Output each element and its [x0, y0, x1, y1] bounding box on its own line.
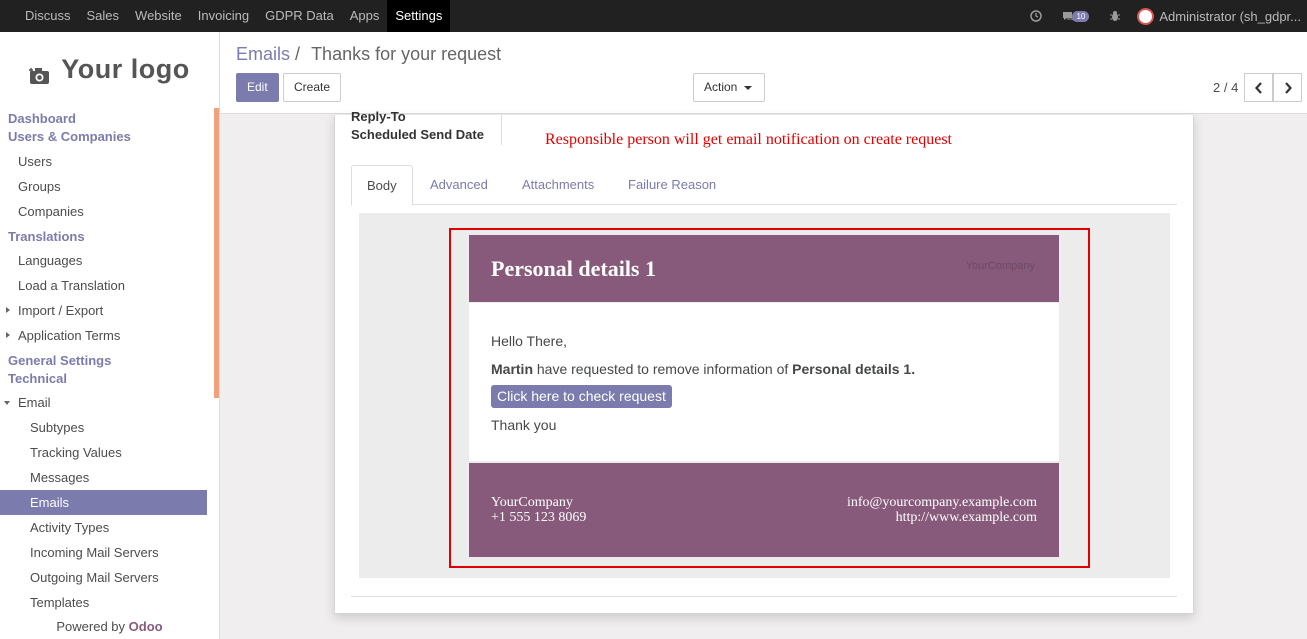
powered-by-text: Powered by: [56, 619, 126, 634]
menu-gdpr-data[interactable]: GDPR Data: [257, 0, 342, 32]
scheduled-send-date-label: Scheduled Send Date: [351, 127, 484, 142]
sidebar-section-dashboard[interactable]: Dashboard: [0, 110, 207, 128]
annotation-note: Responsible person will get email notifi…: [545, 131, 952, 148]
sidebar-item-activity-types[interactable]: Activity Types: [0, 515, 207, 540]
camera-icon: [29, 61, 51, 84]
pager-next-button[interactable]: [1273, 73, 1302, 102]
breadcrumb-separator: /: [295, 44, 301, 64]
sidebar-item-groups[interactable]: Groups: [0, 174, 207, 199]
chat-icon[interactable]: 10: [1062, 10, 1090, 22]
create-button[interactable]: Create: [283, 73, 342, 102]
sidebar-item-outgoing-mail-servers[interactable]: Outgoing Mail Servers: [0, 565, 207, 590]
breadcrumb-emails[interactable]: Emails: [236, 44, 290, 64]
sidebar-item-subtypes[interactable]: Subtypes: [0, 415, 207, 440]
systray: 10 Administrator (sh_gdpr...: [1020, 0, 1307, 32]
sidebar-item-load-translation[interactable]: Load a Translation: [0, 273, 207, 298]
logo-text: Your logo: [61, 54, 190, 84]
caret-down-icon: [743, 85, 752, 90]
sidebar-item-companies[interactable]: Companies: [0, 199, 207, 224]
top-navbar: Discuss Sales Website Invoicing GDPR Dat…: [0, 0, 1307, 32]
action-dropdown[interactable]: Action: [693, 73, 765, 102]
sidebar: Your logo Dashboard Users & Companies Us…: [0, 32, 220, 639]
tab-body[interactable]: Body: [351, 165, 413, 206]
scrollbar[interactable]: [214, 108, 219, 398]
sidebar-section-general-settings[interactable]: General Settings: [0, 352, 207, 370]
chevron-right-icon: [1284, 81, 1292, 94]
sidebar-nav: Dashboard Users & Companies Users Groups…: [0, 108, 207, 615]
company-logo: Your logo: [0, 32, 219, 107]
menu-sales[interactable]: Sales: [79, 0, 128, 32]
bug-icon[interactable]: [1109, 10, 1121, 22]
clock-icon[interactable]: [1030, 10, 1043, 22]
sidebar-item-emails[interactable]: Emails: [0, 490, 207, 515]
tab-advanced[interactable]: Advanced: [415, 165, 503, 205]
sidebar-section-translations[interactable]: Translations: [0, 228, 207, 246]
reply-to-label: Reply-To: [351, 109, 406, 124]
action-label: Action: [704, 80, 738, 94]
sidebar-item-application-terms[interactable]: Application Terms: [0, 323, 207, 348]
pager-previous-button[interactable]: [1244, 73, 1273, 102]
odoo-link[interactable]: Odoo: [129, 619, 163, 634]
edit-button[interactable]: Edit: [236, 73, 279, 102]
field-divider: [501, 115, 502, 145]
breadcrumb: Emails / Thanks for your request: [236, 44, 501, 65]
chevron-left-icon: [1254, 81, 1262, 94]
sidebar-item-messages[interactable]: Messages: [0, 465, 207, 490]
sidebar-item-incoming-mail-servers[interactable]: Incoming Mail Servers: [0, 540, 207, 565]
user-name: Administrator (sh_gdpr...: [1159, 8, 1301, 24]
sidebar-section-technical[interactable]: Technical: [0, 370, 207, 388]
sidebar-item-languages[interactable]: Languages: [0, 248, 207, 273]
menu-settings[interactable]: Settings: [387, 0, 451, 32]
app-menu: Discuss Sales Website Invoicing GDPR Dat…: [0, 0, 451, 32]
notebook-tabs: Body Advanced Attachments Failure Reason: [351, 165, 1177, 206]
sidebar-item-email[interactable]: Email: [0, 390, 207, 415]
sidebar-item-import-export[interactable]: Import / Export: [0, 298, 207, 323]
menu-discuss[interactable]: Discuss: [17, 0, 79, 32]
highlight-box: [449, 228, 1090, 568]
control-panel: Emails / Thanks for your request Edit Cr…: [220, 32, 1307, 114]
chat-count-badge: 10: [1072, 10, 1090, 22]
menu-apps[interactable]: Apps: [342, 0, 388, 32]
user-menu[interactable]: Administrator (sh_gdpr...: [1137, 7, 1307, 25]
tab-attachments[interactable]: Attachments: [507, 165, 609, 205]
sidebar-item-tracking-values[interactable]: Tracking Values: [0, 440, 207, 465]
powered-by: Powered by Odoo: [0, 617, 219, 639]
breadcrumb-current: Thanks for your request: [311, 44, 502, 64]
avatar: [1137, 7, 1155, 25]
sidebar-item-users[interactable]: Users: [0, 149, 207, 174]
sidebar-item-templates[interactable]: Templates: [0, 590, 207, 615]
menu-invoicing[interactable]: Invoicing: [190, 0, 257, 32]
pager-value: 2 / 4: [1213, 80, 1239, 95]
sheet-divider: [351, 596, 1177, 597]
menu-website[interactable]: Website: [127, 0, 190, 32]
tab-failure-reason[interactable]: Failure Reason: [613, 165, 731, 205]
sidebar-section-users-companies[interactable]: Users & Companies: [0, 128, 207, 146]
